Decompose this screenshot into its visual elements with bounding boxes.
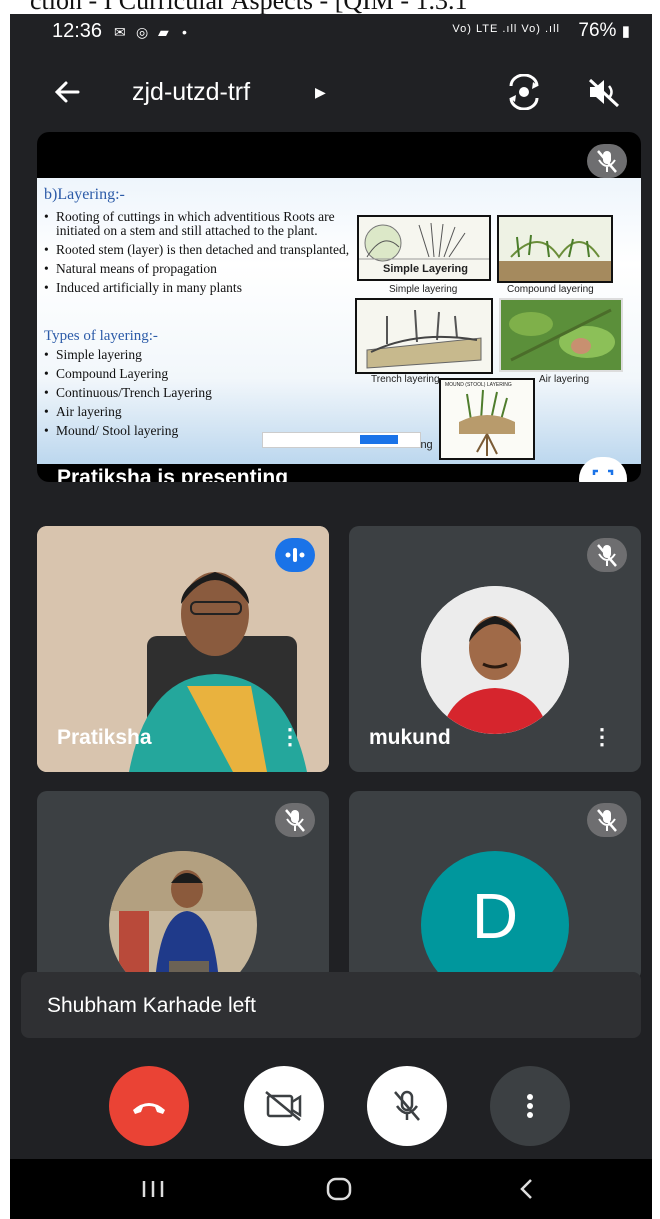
recent-apps-icon[interactable]: [138, 1177, 168, 1201]
slide-types-list: Simple layering Compound Layering Contin…: [44, 348, 364, 443]
presentation-mic-badge: [587, 144, 627, 178]
participant-name: Pratiksha: [57, 726, 152, 749]
more-actions-button[interactable]: [490, 1066, 570, 1146]
back-button[interactable]: [48, 74, 88, 110]
video-off-icon: [265, 1091, 302, 1121]
page-header-text: ction - I Curricular Aspects - [QIM - 1.…: [30, 0, 468, 14]
avatar-initial: D: [421, 851, 569, 981]
battery-percent: 76% ▮: [578, 20, 630, 41]
hang-up-icon: [133, 1103, 165, 1114]
page-header-strip: ction - I Curricular Aspects - [QIM - 1.…: [0, 0, 660, 14]
vertical-dots-icon: [527, 1094, 533, 1118]
fullscreen-button[interactable]: [579, 457, 627, 482]
end-call-button[interactable]: [109, 1066, 189, 1146]
participant-tile-mukund[interactable]: mukund ⋮: [349, 526, 641, 772]
battery-icon: ▮: [621, 23, 630, 40]
mic-off-icon: [597, 544, 617, 567]
screen-share-bar[interactable]: [262, 432, 421, 448]
mic-off-icon: [285, 809, 305, 832]
presentation-tile[interactable]: b)Layering:- Rooting of cuttings in whic…: [37, 132, 641, 482]
participant-tile-pratiksha[interactable]: Pratiksha ⋮: [37, 526, 329, 772]
mic-off-icon: [597, 150, 617, 173]
compound-layering-caption: Compound layering: [507, 284, 594, 295]
air-layering-caption: Air layering: [539, 374, 590, 385]
slide-type-item: Compound Layering: [44, 367, 364, 382]
slide-type-item: Continuous/Trench Layering: [44, 386, 364, 401]
participant-left-toast: Shubham Karhade left: [21, 972, 641, 1038]
slide-bullet: Rooting of cuttings in which adventitiou…: [44, 210, 364, 238]
fullscreen-icon: [592, 469, 614, 475]
mound-layering-image: MOUND (STOOL) LAYERING: [439, 378, 535, 460]
mic-off-icon: [597, 809, 617, 832]
speaker-off-button[interactable]: [584, 74, 624, 110]
android-nav-bar: [10, 1159, 652, 1219]
meeting-header: zjd-utzd-trf ▶: [10, 64, 652, 120]
shared-slide: b)Layering:- Rooting of cuttings in whic…: [37, 178, 641, 464]
avatar: [109, 851, 257, 981]
switch-camera-icon: [509, 73, 539, 111]
mic-toggle-button[interactable]: [367, 1066, 447, 1146]
audio-level-icon: [285, 548, 305, 562]
toast-message: Shubham Karhade left: [47, 994, 256, 1017]
simple-layering-image: Simple Layering: [357, 215, 491, 281]
dot-icon: •: [182, 24, 187, 40]
mail-icon: ✉: [114, 24, 126, 40]
trench-layering-image: [355, 298, 493, 374]
slide-type-item: Simple layering: [44, 348, 364, 363]
camera-toggle-button[interactable]: [244, 1066, 324, 1146]
presenting-label: Pratiksha is presenting: [57, 466, 289, 482]
participant-mic-badge: [587, 803, 627, 837]
slide-bullet: Natural means of propagation: [44, 262, 364, 277]
participant-mic-badge: [275, 803, 315, 837]
signal-indicator: Vo) LTE .ıll Vo) .ıll: [452, 23, 560, 35]
participant-tile-d[interactable]: D: [349, 791, 641, 981]
mound-layering-label: MOUND (STOOL) LAYERING: [445, 382, 512, 388]
participant-tile-3[interactable]: [37, 791, 329, 981]
participant-name: mukund: [369, 726, 451, 749]
more-options-button[interactable]: ⋮: [591, 724, 613, 750]
status-time: 12:36: [52, 20, 103, 42]
participant-mic-badge: [587, 538, 627, 572]
status-bar: 12:36 ✉ ◎ ▰ • Vo) LTE .ıll Vo) .ıll 76% …: [10, 14, 652, 54]
phone-screen: 12:36 ✉ ◎ ▰ • Vo) LTE .ıll Vo) .ıll 76% …: [10, 14, 652, 1219]
mic-off-icon: [394, 1090, 420, 1121]
message-icon: ▰: [158, 24, 169, 40]
slide-heading: b)Layering:-: [44, 186, 125, 203]
speaking-indicator: [275, 538, 315, 572]
caret-right-icon[interactable]: ▶: [315, 84, 326, 101]
air-layering-image: [499, 298, 623, 372]
switch-camera-button[interactable]: [504, 73, 544, 111]
arrow-left-icon: [54, 81, 80, 103]
simple-layering-caption: Simple layering: [389, 284, 458, 295]
home-icon[interactable]: [324, 1175, 354, 1203]
slide-bullet-list: Rooting of cuttings in which adventitiou…: [44, 210, 364, 300]
slide-type-item: Air layering: [44, 405, 364, 420]
back-nav-icon[interactable]: [512, 1175, 542, 1203]
slide-bullet: Induced artificially in many plants: [44, 281, 364, 296]
whatsapp-icon: ◎: [136, 24, 149, 40]
meeting-code[interactable]: zjd-utzd-trf: [132, 78, 250, 107]
more-options-button[interactable]: ⋮: [279, 724, 301, 750]
slide-bullet: Rooted stem (layer) is then detached and…: [44, 243, 364, 258]
trench-layering-caption: Trench layering: [371, 374, 440, 385]
speaker-off-icon: [588, 78, 620, 108]
slide-types-heading: Types of layering:-: [44, 328, 158, 344]
compound-layering-image: [497, 215, 613, 283]
simple-layering-label: Simple Layering: [383, 263, 468, 275]
avatar: [421, 586, 569, 734]
stop-sharing-button[interactable]: [360, 435, 398, 444]
